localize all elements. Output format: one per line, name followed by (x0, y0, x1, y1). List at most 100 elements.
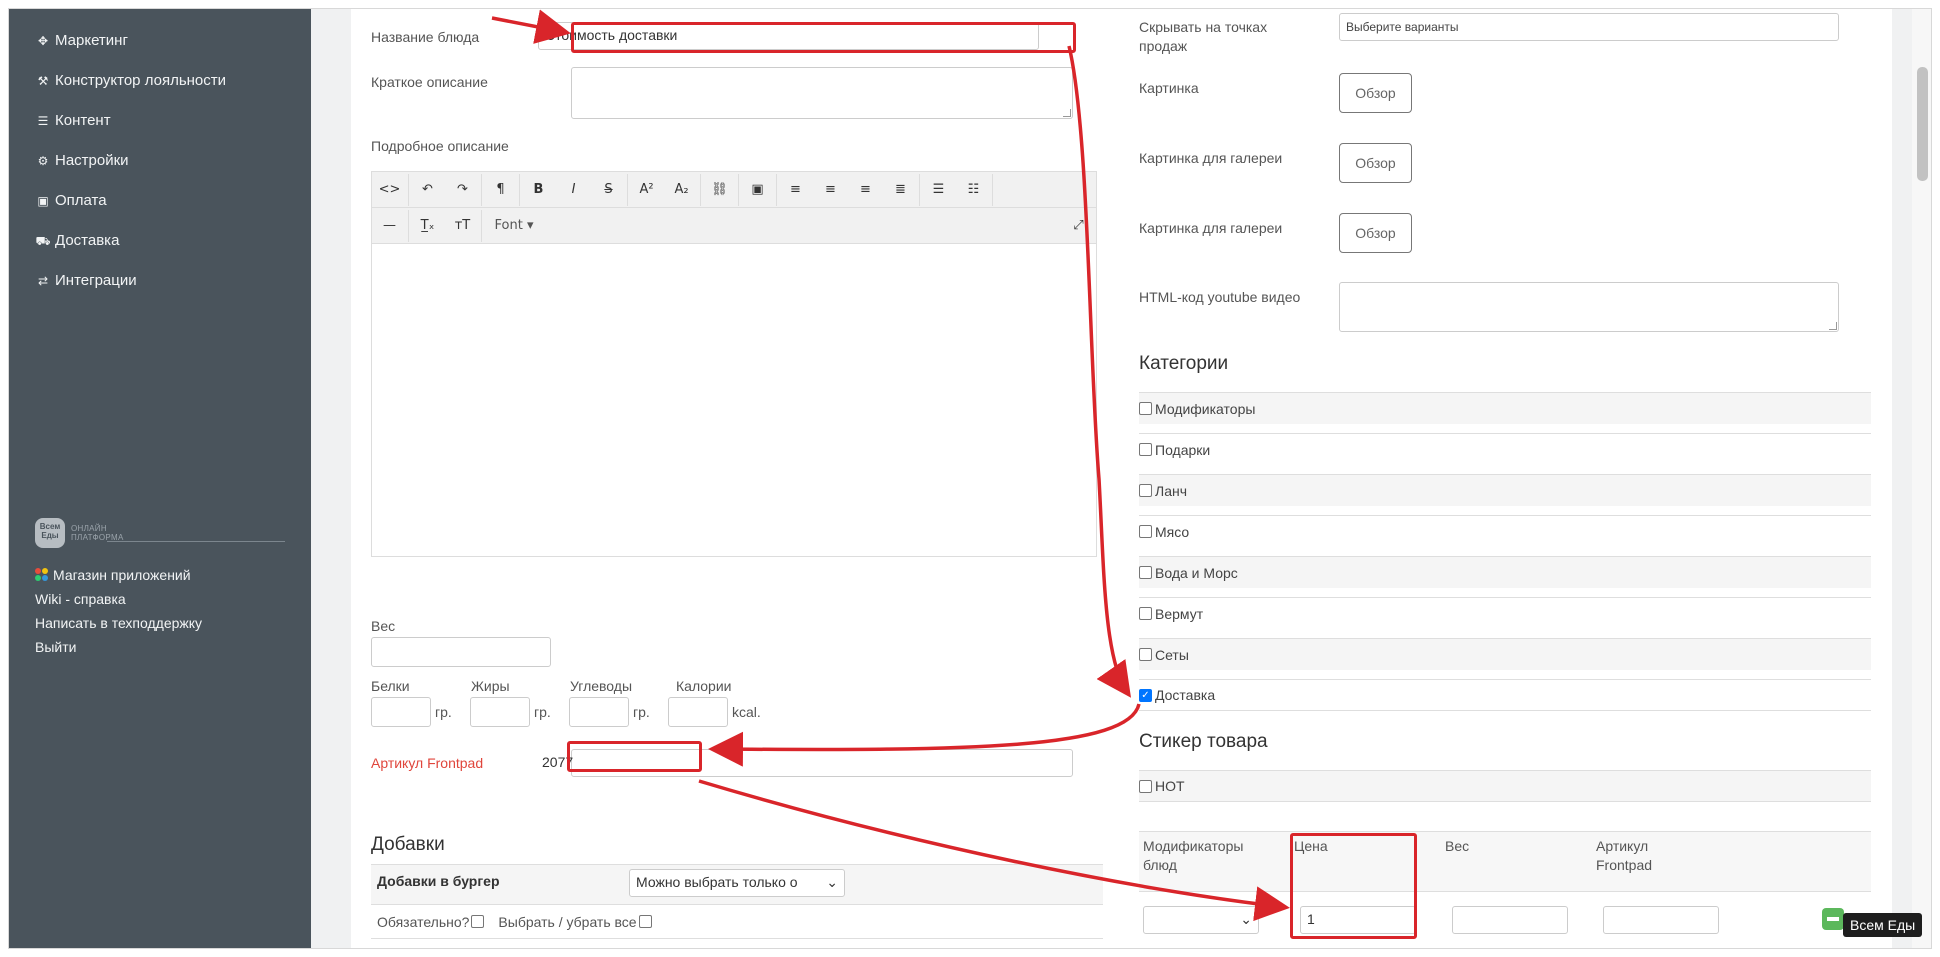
frontpad-label: Артикул Frontpad (371, 755, 484, 771)
category-checkbox[interactable] (1139, 607, 1152, 620)
code-view-icon[interactable]: <> (372, 182, 407, 197)
sidebar-item-marketing[interactable]: ✥ Маркетинг (35, 29, 128, 53)
category-row[interactable]: Мясо (1139, 515, 1871, 547)
category-checkbox[interactable] (1139, 443, 1152, 456)
align-center-icon[interactable]: ≡ (813, 182, 848, 197)
logo-text-line1: ОНЛАЙН (71, 524, 107, 533)
addons-title: Добавки (371, 834, 445, 855)
category-row[interactable]: Ланч (1139, 474, 1871, 506)
editor-toolbar-row2: — T̲ₓ ᴛT Font ▾ ⤢ (372, 208, 1096, 244)
rich-text-editor[interactable]: <> ↶ ↷ ¶ B I S A² A₂ ⛓ ▣ ≡ ≡ ≡ ≣ ☰ ☷ — T… (371, 171, 1097, 557)
sidebar-item-label: Конструктор лояльности (55, 72, 227, 89)
vertical-scrollbar[interactable] (1912, 9, 1931, 948)
logout-link[interactable]: Выйти (35, 639, 76, 655)
browse-button-gallery-2[interactable]: Обзор (1339, 213, 1412, 253)
browse-button-image[interactable]: Обзор (1339, 73, 1412, 113)
support-link[interactable]: Написать в техподдержку (35, 615, 202, 631)
logo-badge-top: Всем (39, 522, 61, 531)
numbered-list-icon[interactable]: ☷ (956, 182, 991, 197)
clear-format-icon[interactable]: T̲ₓ (410, 218, 445, 233)
sidebar-item-delivery[interactable]: ⛟ Доставка (35, 229, 119, 253)
category-checkbox[interactable] (1139, 484, 1152, 497)
font-dropdown[interactable]: Font ▾ (483, 218, 545, 233)
modifier-weight-input[interactable] (1452, 906, 1568, 934)
gallery-label-1: Картинка для галереи (1139, 150, 1283, 166)
app-store-link[interactable]: Магазин приложений (35, 567, 191, 583)
category-row[interactable]: Сеты (1139, 638, 1871, 670)
category-checkbox-checked[interactable]: ✓ (1139, 688, 1152, 702)
link-icon[interactable]: ⛓ (702, 182, 737, 197)
image-icon[interactable]: ▣ (740, 182, 775, 197)
sticker-checkbox[interactable] (1139, 779, 1152, 793)
tooltip: Всем Еды (1843, 913, 1923, 937)
align-right-icon[interactable]: ≡ (848, 182, 883, 197)
required-label: Обязательно? (377, 913, 470, 930)
sidebar-item-loyalty[interactable]: ⚒ Конструктор лояльности (35, 69, 226, 93)
addon-group-name: Добавки в бургер (377, 873, 500, 889)
category-row[interactable]: Вермут (1139, 597, 1871, 629)
sticker-row[interactable]: HOT (1139, 770, 1871, 802)
paragraph-icon[interactable]: ¶ (483, 182, 518, 197)
undo-icon[interactable]: ↶ (410, 182, 445, 197)
proteins-label: Белки (371, 678, 410, 694)
category-row[interactable]: Модификаторы (1139, 392, 1871, 424)
sidebar-item-payment[interactable]: ▣ Оплата (35, 189, 107, 213)
sidebar-item-content[interactable]: ☰ Контент (35, 109, 111, 133)
unit-gr: гр. (633, 704, 650, 720)
calories-label: Калории (676, 678, 732, 694)
browse-button-gallery-1[interactable]: Обзор (1339, 143, 1412, 183)
category-row[interactable]: Подарки (1139, 433, 1871, 465)
col-article-header: Артикул Frontpad (1596, 838, 1653, 873)
chevron-down-icon: ⌄ (1240, 911, 1252, 927)
sidebar-item-integrations[interactable]: ⇄ Интеграции (35, 269, 137, 293)
font-size-icon[interactable]: ᴛT (445, 218, 480, 233)
superscript-icon[interactable]: A² (629, 182, 664, 197)
short-desc-textarea[interactable] (571, 67, 1073, 119)
unit-gr: гр. (534, 704, 551, 720)
strikethrough-icon[interactable]: S (591, 182, 626, 197)
exchange-icon: ⇄ (37, 274, 49, 288)
modifier-article-input[interactable] (1603, 906, 1719, 934)
addon-mode-select[interactable]: Можно выбрать только о ⌄ (629, 869, 845, 897)
crosshair-icon: ✥ (37, 34, 49, 48)
category-checkbox[interactable] (1139, 648, 1152, 661)
subscript-icon[interactable]: A₂ (664, 182, 699, 197)
category-row[interactable]: Вода и Морс (1139, 556, 1871, 588)
italic-icon[interactable]: I (556, 182, 591, 197)
divider (107, 541, 285, 542)
category-checkbox[interactable] (1139, 402, 1152, 415)
wiki-link[interactable]: Wiki - справка (35, 591, 126, 607)
hide-on-pos-select[interactable]: Выберите варианты (1339, 13, 1839, 41)
fullscreen-icon[interactable]: ⤢ (1061, 218, 1096, 233)
required-checkbox[interactable] (471, 915, 485, 928)
align-left-icon[interactable]: ≡ (778, 182, 813, 197)
category-label: Вода и Морс (1155, 564, 1238, 581)
align-justify-icon[interactable]: ≣ (883, 182, 918, 197)
editor-toolbar-row1: <> ↶ ↷ ¶ B I S A² A₂ ⛓ ▣ ≡ ≡ ≡ ≣ ☰ ☷ (372, 172, 1096, 208)
category-row-delivery[interactable]: ✓ Доставка (1139, 679, 1871, 711)
proteins-input[interactable] (371, 697, 431, 727)
carbs-input[interactable] (569, 697, 629, 727)
sidebar-item-label: Оплата (55, 192, 107, 209)
category-checkbox[interactable] (1139, 525, 1152, 538)
horizontal-rule-icon[interactable]: — (372, 218, 407, 233)
gear-icon: ⚙ (37, 154, 49, 168)
app-store-label: Магазин приложений (53, 567, 191, 583)
modifier-select[interactable]: ⌄ (1143, 906, 1259, 934)
app-window: ✥ Маркетинг ⚒ Конструктор лояльности ☰ К… (8, 8, 1932, 949)
remove-modifier-button[interactable] (1822, 908, 1844, 930)
weight-input[interactable] (371, 637, 551, 667)
scrollbar-thumb[interactable] (1917, 67, 1928, 181)
hide-on-pos-label: Скрывать на точках продаж (1139, 19, 1268, 54)
youtube-textarea[interactable] (1339, 282, 1839, 332)
redo-icon[interactable]: ↷ (445, 182, 480, 197)
fats-input[interactable] (470, 697, 530, 727)
sticker-label: HOT (1155, 778, 1185, 794)
sidebar-item-settings[interactable]: ⚙ Настройки (35, 149, 129, 173)
calories-input[interactable] (668, 697, 728, 727)
select-all-checkbox[interactable] (638, 915, 652, 928)
category-checkbox[interactable] (1139, 566, 1152, 579)
categories-title: Категории (1139, 353, 1229, 374)
bullet-list-icon[interactable]: ☰ (921, 182, 956, 197)
bold-icon[interactable]: B (521, 182, 556, 197)
